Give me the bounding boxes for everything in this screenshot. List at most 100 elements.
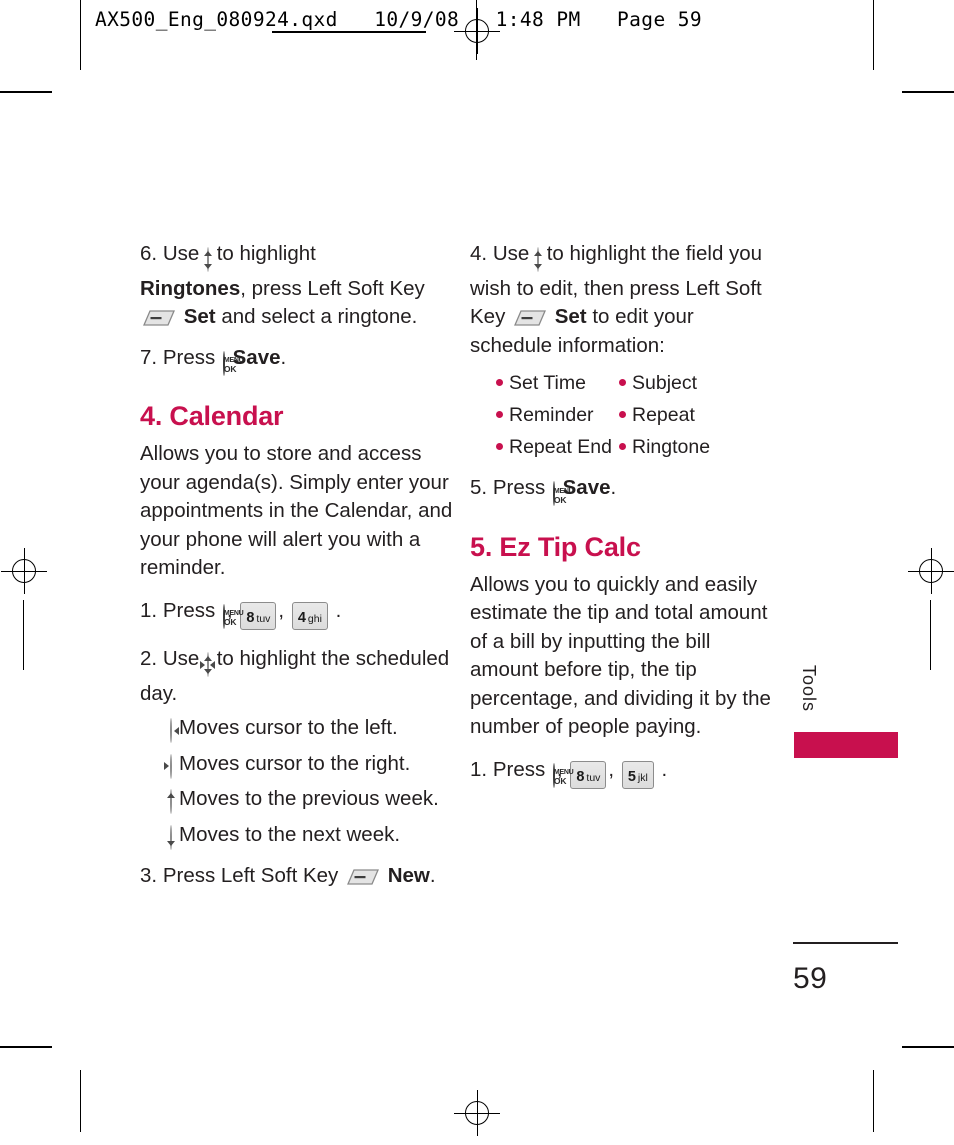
cursor-moves-list: Moves cursor to the left. Moves cursor t… (163, 714, 460, 853)
left-soft-key-icon (513, 308, 547, 327)
bullet-dot-icon (619, 379, 626, 386)
eztip-step-1-comma-2: , (608, 757, 615, 781)
list-item: Moves to the next week. (167, 821, 460, 853)
left-text-column: 6. Use to highlight Ringtones, press Lef… (140, 240, 460, 897)
calendar-step-3-bold-new: New (387, 864, 430, 887)
right-text-column: 4. Use to highlight the field you wish t… (470, 240, 780, 796)
nav-down-key-icon (167, 824, 175, 853)
calendar-step-3: 3. Press Left Soft Key New. (140, 862, 460, 891)
list-item: Subject (619, 368, 780, 398)
list-item: Moves to the previous week. (167, 785, 460, 817)
bullet-dot-icon (619, 411, 626, 418)
calendar-step-2: 2. Use to highlight the scheduled day. (140, 645, 460, 708)
step-7: 7. Press MENUOK Save. (140, 344, 460, 379)
keypad-key-4: 4 ghi (291, 601, 328, 630)
left-soft-key-icon (142, 308, 176, 327)
crop-mark-bottom-left-vertical (80, 1070, 82, 1132)
list-item: Moves cursor to the left. (168, 714, 460, 746)
calendar-step-3-number: 3. (140, 864, 158, 887)
cursor-move-label: Moves cursor to the left. (179, 716, 398, 739)
section-heading-ez-tip-calc: 5. Ez Tip Calc (470, 531, 641, 562)
nav-left-key-icon (170, 717, 179, 746)
side-tab-label: Tools (799, 665, 819, 713)
calendar-step-1-period: . (335, 598, 342, 622)
eztip-step-1: 1. Press MENUOK , 8tuv , 5jkl . (470, 756, 780, 791)
step-4-text-a: Use (492, 242, 530, 265)
keypad-key-8: 8 tuv (240, 601, 277, 630)
step-6-text-d: and select a ringtone. (221, 305, 418, 328)
calendar-step-2-text-a: Use (162, 647, 200, 670)
registration-mark-bottom (454, 1090, 500, 1136)
side-tab-accent-bar (794, 732, 898, 758)
header-rule-right (873, 0, 875, 70)
step-4: 4. Use to highlight the field you wish t… (470, 240, 780, 360)
calendar-step-1-text: Press (162, 598, 216, 622)
menu-ok-key-icon: MENUOK (552, 762, 574, 791)
menu-ok-key-icon: MENUOK (222, 603, 244, 632)
menu-ok-key-icon: MENUOK (552, 480, 574, 509)
step-7-text-a: Press (162, 345, 216, 369)
eztip-step-1-period: . (661, 757, 668, 781)
step-6-text-c: , press Left Soft Key (240, 276, 425, 300)
list-item: Repeat End (496, 432, 619, 462)
step-7-number: 7. (140, 345, 158, 369)
nav-4way-key-icon (200, 651, 216, 680)
print-header-underline (272, 31, 426, 33)
crop-mark-bottom-left-horizontal (0, 1046, 52, 1048)
step-6-text-b: to highlight (216, 242, 316, 265)
cursor-move-label: Moves to the next week. (179, 822, 401, 846)
calendar-step-2-number: 2. (140, 647, 158, 670)
bullet-dot-icon (496, 411, 503, 418)
step-6-text-a: Use (162, 242, 200, 265)
cursor-move-label: Moves cursor to the right. (179, 751, 411, 775)
header-rule-left (80, 0, 82, 70)
crop-mark-top-right-horizontal (902, 91, 954, 93)
crop-mark-top-left-horizontal (0, 91, 52, 93)
ez-tip-calc-description: Allows you to quickly and easily estimat… (470, 572, 771, 739)
registration-mark-left (1, 548, 47, 594)
bullet-dot-icon (619, 443, 626, 450)
cursor-move-label: Moves to the previous week. (179, 787, 439, 810)
nav-up-key-icon (167, 788, 175, 817)
list-item: Moves cursor to the right. (163, 750, 460, 782)
crop-mark-right-vertical (930, 600, 932, 670)
eztip-step-1-text: Press (492, 757, 546, 781)
bullet-dot-icon (496, 443, 503, 450)
step-4-bold-set: Set (554, 305, 587, 328)
footer-rule (793, 942, 898, 944)
list-item: Repeat (619, 400, 780, 430)
keypad-key-8: 8 tuv (570, 760, 607, 789)
step-6-number: 6. (140, 242, 158, 265)
registration-mark-right (908, 548, 954, 594)
nav-updown-key-icon (203, 246, 212, 275)
calendar-step-1-number: 1. (140, 598, 158, 622)
menu-ok-key-icon: MENUOK (222, 350, 244, 379)
calendar-step-1: 1. Press MENUOK , 8tuv , 4ghi . (140, 597, 460, 632)
nav-updown-key-icon (533, 246, 542, 275)
bullet-dot-icon (496, 379, 503, 386)
list-item: Set Time (496, 368, 619, 398)
print-header-slug: AX500_Eng_080924.qxd 10/9/08 1:48 PM Pag… (95, 8, 702, 31)
step-6-bold-set: Set (183, 305, 216, 328)
crop-mark-left-vertical (23, 600, 25, 670)
step-6: 6. Use to highlight Ringtones, press Lef… (140, 240, 460, 332)
crop-mark-bottom-right-vertical (873, 1070, 875, 1132)
list-item: Reminder (496, 400, 619, 430)
left-soft-key-icon (346, 867, 380, 886)
schedule-fields-list: Set Time Subject Reminder Repeat Repeat … (496, 368, 780, 462)
list-item: Ringtone (619, 432, 780, 462)
page-number: 59 (793, 962, 828, 995)
crop-mark-bottom-right-horizontal (902, 1046, 954, 1048)
calendar-step-3-text: Press Left Soft Key (162, 864, 339, 887)
eztip-step-1-number: 1. (470, 757, 488, 781)
calendar-step-1-comma-2: , (278, 598, 285, 622)
calendar-step-3-period: . (429, 864, 436, 887)
keypad-key-5: 5 jkl (621, 760, 654, 789)
step-6-bold-ringtones: Ringtones (140, 276, 241, 300)
section-heading-calendar: 4. Calendar (140, 401, 284, 431)
step-5-number: 5. (470, 476, 488, 499)
step-4-number: 4. (470, 242, 488, 265)
step-5-period: . (610, 476, 617, 499)
step-5: 5. Press MENUOK Save. (470, 474, 780, 509)
calendar-description: Allows you to store and access your agen… (140, 442, 453, 579)
